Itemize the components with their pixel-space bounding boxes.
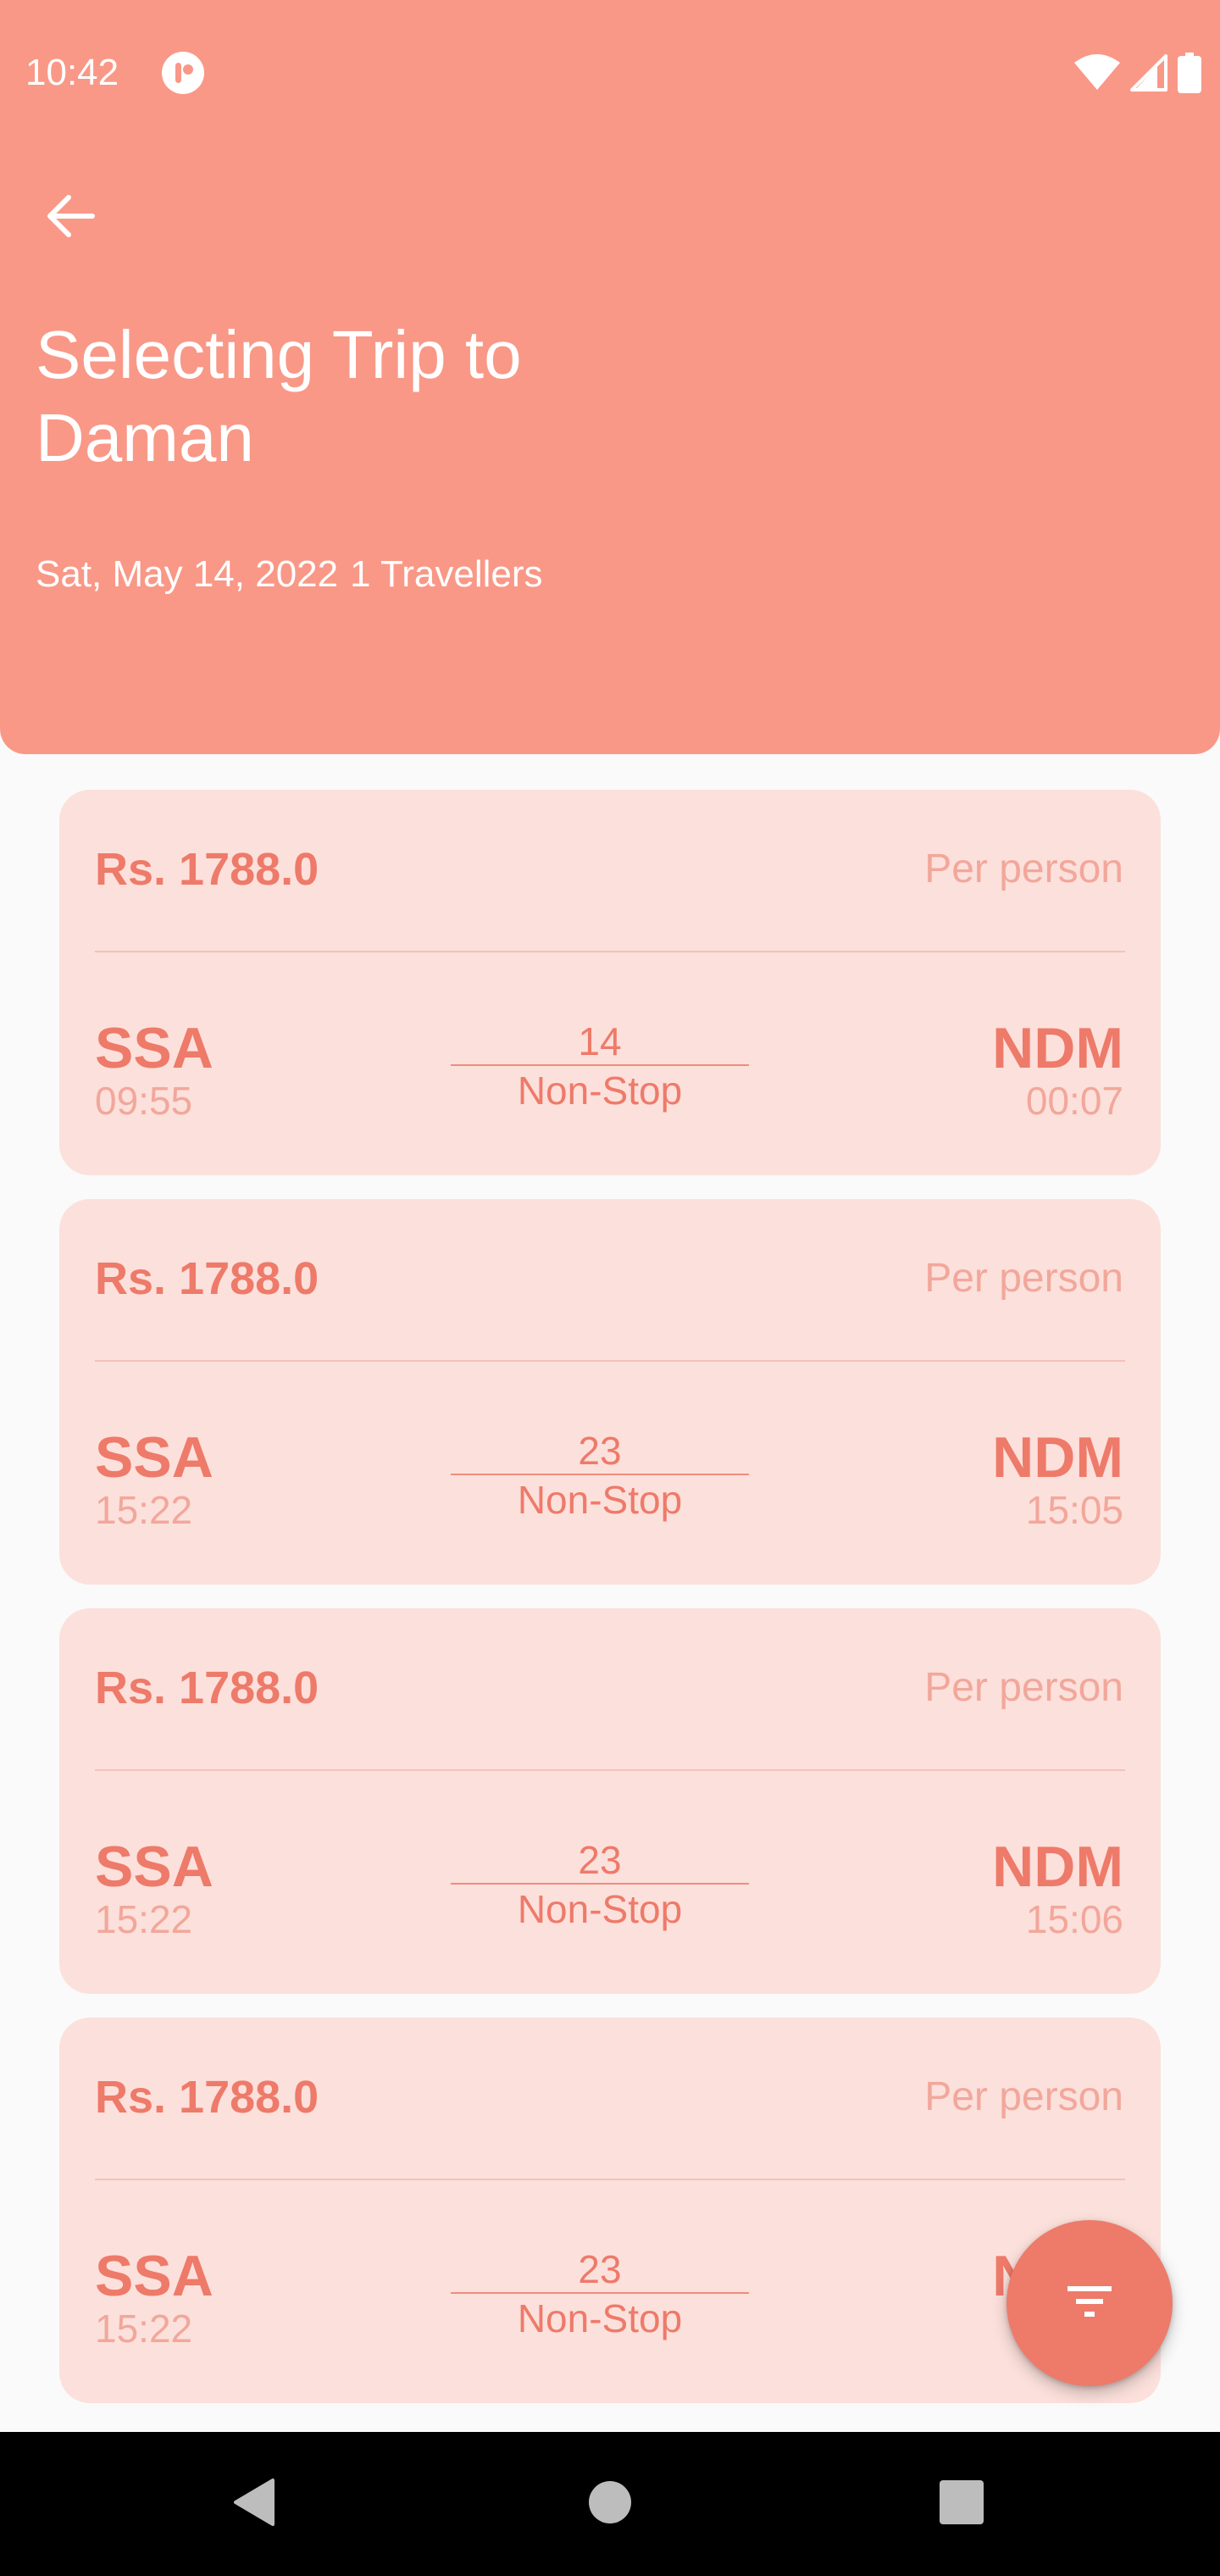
nav-home-icon	[587, 2479, 633, 2529]
price-note: Per person	[924, 847, 1123, 891]
card-divider	[95, 1360, 1125, 1362]
system-nav-bar	[0, 2432, 1220, 2576]
flight-card[interactable]: Rs. 1788.0 Per person SSA 15:22 23 Non-S…	[59, 2018, 1161, 2403]
page-title: Selecting Trip to Daman	[36, 317, 522, 475]
departure-time: 15:22	[95, 1488, 193, 1532]
flight-price: Rs. 1788.0	[95, 2072, 319, 2123]
departure-time: 15:22	[95, 2307, 193, 2351]
arrow-back-icon	[43, 189, 97, 247]
origin-airport-code: SSA	[95, 1016, 214, 1080]
flight-duration: 23	[578, 1429, 622, 1473]
header: 10:42 Selecting Trip to Daman Sat, May 1…	[0, 0, 1220, 754]
price-note: Per person	[924, 1256, 1123, 1301]
cellular-signal-icon	[1130, 54, 1167, 92]
origin-airport-code: SSA	[95, 1425, 214, 1490]
arrival-time: 00:07	[1025, 1079, 1123, 1123]
flight-card[interactable]: Rs. 1788.0 Per person SSA 09:55 14 Non-S…	[59, 790, 1161, 1175]
filter-button[interactable]	[1006, 2220, 1173, 2386]
card-divider	[95, 2179, 1125, 2180]
traveller-count: 1 Travellers	[350, 553, 543, 595]
departure-time: 15:22	[95, 1897, 193, 1941]
nav-back-icon	[230, 2477, 278, 2532]
destination-airport-code: NDM	[992, 1016, 1123, 1080]
status-bar: 10:42	[0, 0, 1220, 146]
flight-duration-block: 23 Non-Stop	[451, 2246, 749, 2343]
arrival-time: 15:06	[1025, 1897, 1123, 1941]
departure-time: 09:55	[95, 1079, 193, 1123]
arrival-time: 15:05	[1025, 1488, 1123, 1532]
price-note: Per person	[924, 2074, 1123, 2119]
flight-duration-block: 23 Non-Stop	[451, 1428, 749, 1524]
back-button[interactable]	[32, 180, 108, 256]
nav-back-button[interactable]	[216, 2466, 292, 2542]
card-divider	[95, 951, 1125, 952]
flight-duration: 23	[578, 2247, 622, 2291]
flight-stops: Non-Stop	[517, 1478, 683, 1522]
flight-duration-block: 23 Non-Stop	[451, 1837, 749, 1934]
flight-stops: Non-Stop	[517, 1069, 683, 1113]
flight-stops: Non-Stop	[517, 1887, 683, 1931]
flight-price: Rs. 1788.0	[95, 844, 319, 895]
flight-duration: 14	[578, 1019, 622, 1063]
screen: 10:42 Selecting Trip to Daman Sat, May 1…	[0, 0, 1220, 2576]
flight-duration: 23	[578, 1838, 622, 1882]
nav-recents-button[interactable]	[923, 2466, 1000, 2542]
wifi-icon	[1074, 54, 1120, 92]
price-note: Per person	[924, 1665, 1123, 1710]
nav-home-button[interactable]	[572, 2466, 648, 2542]
status-time: 10:42	[25, 52, 119, 93]
flight-stops: Non-Stop	[517, 2296, 683, 2340]
nav-recents-icon	[939, 2479, 984, 2529]
flight-duration-block: 14 Non-Stop	[451, 1019, 749, 1115]
battery-icon	[1178, 53, 1201, 93]
origin-airport-code: SSA	[95, 2244, 214, 2308]
status-icons	[1074, 49, 1201, 97]
app-notification-icon	[161, 51, 205, 95]
flight-price: Rs. 1788.0	[95, 1663, 319, 1713]
trip-date: Sat, May 14, 2022	[36, 553, 339, 595]
card-divider	[95, 1769, 1125, 1771]
trip-summary: Sat, May 14, 2022 1 Travellers	[36, 551, 543, 598]
destination-airport-code: NDM	[992, 1835, 1123, 1899]
filter-icon	[1062, 2281, 1117, 2326]
origin-airport-code: SSA	[95, 1835, 214, 1899]
flight-card[interactable]: Rs. 1788.0 Per person SSA 15:22 23 Non-S…	[59, 1608, 1161, 1994]
flight-price: Rs. 1788.0	[95, 1253, 319, 1304]
flight-card[interactable]: Rs. 1788.0 Per person SSA 15:22 23 Non-S…	[59, 1199, 1161, 1585]
destination-airport-code: NDM	[992, 1425, 1123, 1490]
